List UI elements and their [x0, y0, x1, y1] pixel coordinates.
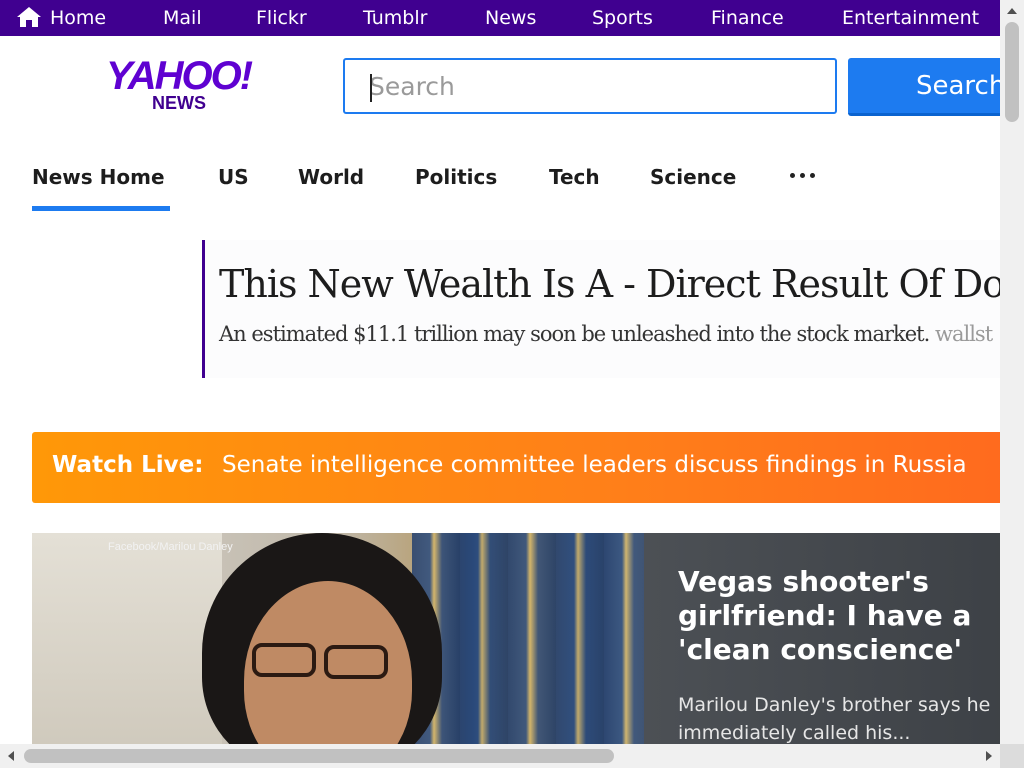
photo-glasses-left: [252, 643, 316, 677]
scroll-up-arrow-icon[interactable]: [1007, 8, 1017, 14]
page-viewport: Home Mail Flickr Tumblr News Sports Fina…: [0, 0, 1000, 744]
top-nav-news[interactable]: News: [485, 0, 536, 36]
top-nav-bar: Home Mail Flickr Tumblr News Sports Fina…: [0, 0, 1000, 36]
logo-brand-text: YAHOO!: [106, 54, 253, 98]
section-tab-news-home[interactable]: News Home: [32, 162, 165, 192]
top-nav-flickr[interactable]: Flickr: [256, 0, 307, 36]
top-nav-mail[interactable]: Mail: [163, 0, 202, 36]
horizontal-scrollbar[interactable]: [0, 744, 1000, 768]
search-button[interactable]: Search: [848, 58, 1000, 116]
section-tab-politics[interactable]: Politics: [415, 162, 497, 192]
yahoo-news-logo[interactable]: YAHOO! NEWS: [106, 56, 258, 116]
photo-curtain: [412, 533, 644, 744]
home-icon[interactable]: [16, 5, 42, 29]
top-nav-tumblr[interactable]: Tumblr: [363, 0, 427, 36]
top-nav-home[interactable]: Home: [50, 0, 106, 36]
ad-description: An estimated $11.1 trillion may soon be …: [219, 322, 993, 346]
photo-background: [32, 533, 222, 744]
photo-credit: Facebook/Marilou Danley: [108, 541, 233, 553]
ad-source: wallst: [934, 322, 993, 346]
horizontal-scroll-thumb[interactable]: [24, 749, 614, 763]
featured-story-photo[interactable]: Facebook/Marilou Danley: [32, 533, 644, 744]
ad-headline[interactable]: This New Wealth Is A - Direct Result Of …: [219, 262, 1000, 306]
sponsored-ad[interactable]: This New Wealth Is A - Direct Result Of …: [202, 240, 1000, 378]
featured-story-info[interactable]: Vegas shooter's girlfriend: I have a 'cl…: [644, 533, 1000, 744]
featured-story[interactable]: Facebook/Marilou Danley Vegas shooter's …: [32, 533, 1000, 744]
section-tab-tech[interactable]: Tech: [549, 162, 600, 192]
watch-live-text[interactable]: Senate intelligence committee leaders di…: [222, 452, 967, 478]
top-nav-sports[interactable]: Sports: [592, 0, 653, 36]
scroll-right-arrow-icon[interactable]: [986, 751, 992, 761]
scroll-left-arrow-icon[interactable]: [8, 751, 14, 761]
scrollbar-corner: [1000, 744, 1024, 768]
section-tab-us[interactable]: US: [218, 162, 249, 192]
logo-sub-text: NEWS: [152, 93, 206, 113]
vertical-scroll-thumb[interactable]: [1005, 22, 1019, 122]
top-nav-entertainment[interactable]: Entertainment: [842, 0, 979, 36]
watch-live-banner[interactable]: Watch Live: Senate intelligence committe…: [32, 432, 1000, 503]
featured-story-summary: Marilou Danley's brother says he immedia…: [678, 694, 991, 744]
vertical-scrollbar[interactable]: [1000, 0, 1024, 744]
more-dots-icon[interactable]: [790, 170, 816, 180]
top-nav-finance[interactable]: Finance: [711, 0, 784, 36]
featured-story-title[interactable]: Vegas shooter's girlfriend: I have a 'cl…: [678, 565, 1000, 667]
active-tab-indicator: [32, 206, 170, 211]
photo-glasses-right: [324, 645, 388, 679]
watch-live-label: Watch Live:: [52, 452, 204, 478]
section-tab-science[interactable]: Science: [650, 162, 736, 192]
search-input[interactable]: [345, 60, 835, 112]
text-caret: [370, 74, 372, 102]
search-box[interactable]: [343, 58, 837, 114]
ad-description-text: An estimated $11.1 trillion may soon be …: [219, 322, 930, 346]
section-tab-world[interactable]: World: [298, 162, 364, 192]
